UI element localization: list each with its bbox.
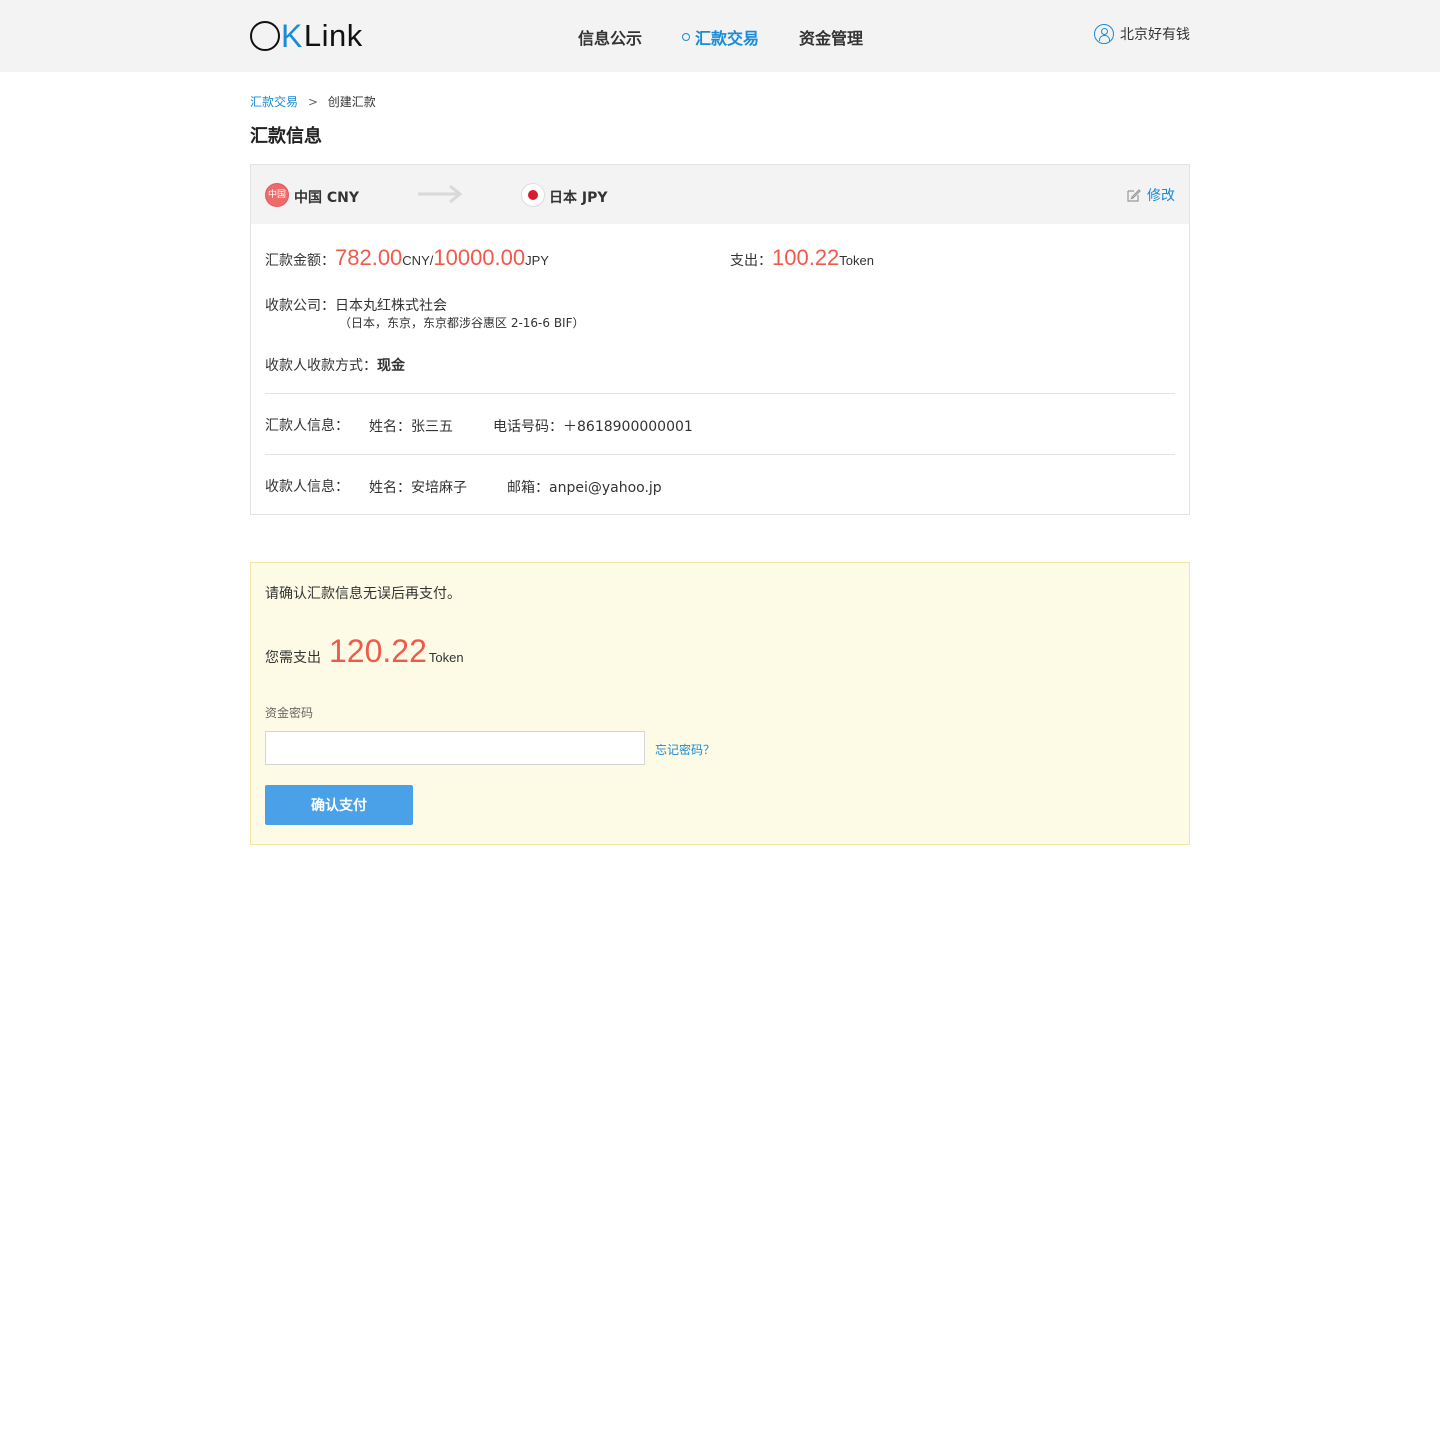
edit-button[interactable]: 修改: [1127, 185, 1175, 205]
currency-pair-header: 中国 中国 CNY 日本 JPY 修改: [251, 165, 1189, 224]
sender-label: 汇款人信息：: [265, 418, 349, 434]
forgot-password-link[interactable]: 忘记密码？: [655, 741, 715, 758]
receiver-email: 邮箱：anpei@yahoo.jp: [507, 480, 662, 496]
japan-flag-icon: [521, 183, 545, 207]
confirm-payment-button[interactable]: 确认支付: [265, 785, 413, 825]
nav-item-label: 汇款交易: [695, 29, 760, 48]
from-currency: 中国 CNY: [294, 190, 360, 206]
confirmation-tip: 请确认汇款信息无误后再支付。: [265, 586, 461, 602]
edit-label: 修改: [1147, 188, 1175, 204]
method-value: 现金: [377, 358, 405, 374]
receiver-name: 姓名：安培麻子: [369, 480, 467, 496]
sender-info-row: 汇款人信息：: [265, 415, 349, 435]
main-nav: 信息公示 汇款交易 资金管理: [578, 25, 903, 49]
receiver-label: 收款人信息：: [265, 479, 349, 495]
divider: [265, 454, 1175, 455]
user-icon: [1094, 24, 1114, 44]
pay-label: 您需支出: [265, 650, 321, 666]
expense-label: 支出：: [730, 253, 772, 269]
logo-wordmark: Link: [303, 18, 363, 53]
expense-value: 100.22: [772, 245, 840, 270]
method-label: 收款人收款方式：: [265, 358, 377, 374]
china-flag-icon: 中国: [265, 183, 289, 207]
sender-name: 姓名：张三五: [369, 419, 453, 435]
amount-cny-unit: CNY/: [402, 253, 434, 268]
breadcrumb-separator: >: [307, 95, 318, 109]
payment-confirmation-panel: 请确认汇款信息无误后再支付。 您需支出 120.22 Token 资金密码 忘记密码…: [250, 562, 1190, 845]
pay-amount-value: 120.22: [329, 633, 427, 669]
top-navigation-bar: K Link 信息公示 汇款交易 资金管理 北京好有钱: [0, 0, 1440, 72]
amount-cny-value: 782.00: [335, 245, 403, 270]
page-title: 汇款信息: [250, 126, 322, 147]
fund-password-label: 资金密码: [265, 706, 314, 720]
breadcrumb-link-remittance[interactable]: 汇款交易: [250, 95, 298, 109]
divider: [265, 393, 1175, 394]
pay-amount-unit: Token: [428, 650, 464, 665]
amount-jpy-unit: JPY: [525, 253, 549, 268]
user-name: 北京好有钱: [1120, 27, 1190, 43]
user-menu[interactable]: 北京好有钱: [1094, 24, 1190, 44]
arrow-right-icon: [418, 184, 463, 204]
amount-jpy-value: 10000.00: [433, 245, 526, 270]
logo-o-mark: [250, 21, 280, 51]
edit-icon: [1127, 189, 1141, 202]
oklink-logo[interactable]: K Link: [250, 16, 363, 56]
pay-amount-line: 您需支出 120.22 Token: [265, 633, 464, 670]
remittance-info-card: 中国 中国 CNY 日本 JPY 修改 汇款金额：782.00CNY/10000…: [250, 164, 1190, 515]
amount-label: 汇款金额：: [265, 253, 335, 269]
logo-k-letter: K: [281, 17, 303, 54]
breadcrumb: 汇款交易 > 创建汇款: [250, 93, 376, 110]
fund-password-input[interactable]: [265, 731, 645, 765]
remit-amount-row: 汇款金额：782.00CNY/10000.00JPY: [265, 245, 549, 271]
nav-item-label: 资金管理: [799, 29, 864, 48]
payout-method-row: 收款人收款方式：现金: [265, 355, 405, 375]
nav-item-fund-management[interactable]: 资金管理: [799, 25, 863, 49]
breadcrumb-current: 创建汇款: [327, 95, 376, 109]
active-indicator-icon: [682, 33, 691, 41]
nav-item-label: 信息公示: [578, 29, 643, 48]
sender-phone: 电话号码：＋8618900000001: [493, 419, 693, 435]
company-name: 日本丸红株式社会: [335, 298, 447, 314]
nav-item-info-disclosure[interactable]: 信息公示: [578, 25, 642, 49]
expense-row: 支出：100.22Token: [730, 245, 874, 271]
company-address: （日本，东京，东京都涉谷惠区 2-16-6 BIF）: [339, 316, 585, 330]
recipient-company-row: 收款公司：日本丸红株式社会: [265, 295, 447, 315]
nav-item-remittance[interactable]: 汇款交易: [682, 25, 759, 49]
to-currency: 日本 JPY: [549, 190, 608, 206]
expense-unit: Token: [839, 253, 874, 268]
receiver-info-row: 收款人信息：: [265, 476, 349, 496]
company-label: 收款公司：: [265, 298, 335, 314]
